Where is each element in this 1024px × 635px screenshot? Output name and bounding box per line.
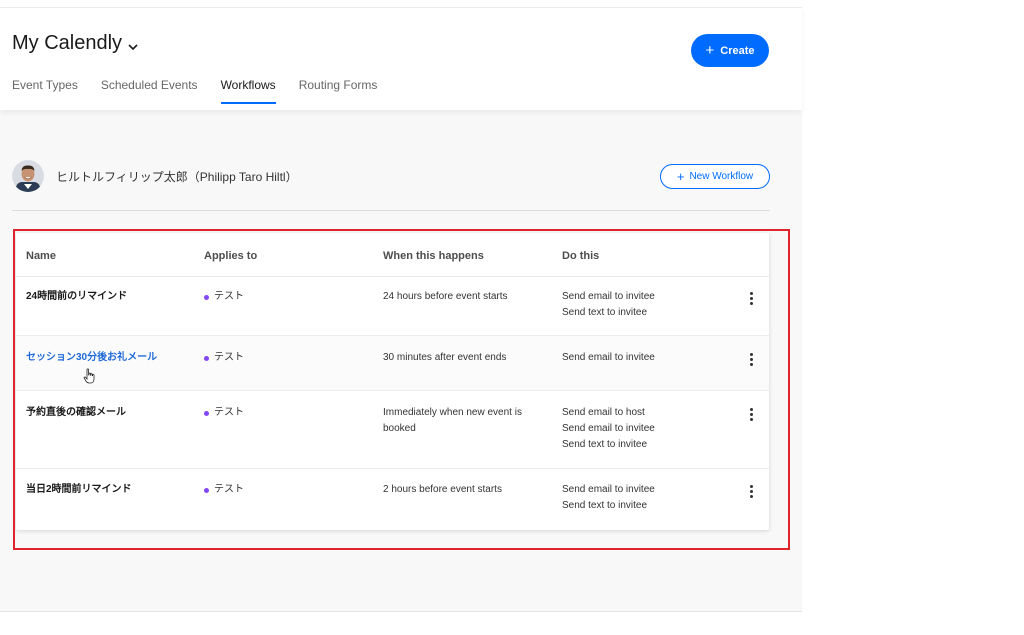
event-color-dot [204,355,209,361]
applies-to-label: テスト [214,407,244,418]
workflow-name[interactable]: セッション30分後お礼メール [26,350,157,366]
trigger-text: 2 hours before event starts [383,484,502,495]
tab-bar: Event Types Scheduled Events Workflows R… [12,78,377,104]
page-title-dropdown[interactable]: My Calendly [12,32,140,55]
actions-list: Send email to invitee [562,350,712,366]
plus-icon: + [676,169,685,184]
column-header-do-this: Do this [562,250,600,262]
action-item: Send email to invitee [562,423,655,434]
tab-routing-forms[interactable]: Routing Forms [299,78,378,104]
page-title: My Calendly [12,32,123,54]
action-item: Send email to invitee [562,352,655,363]
tab-scheduled-events[interactable]: Scheduled Events [101,78,198,104]
applies-to-label: テスト [214,484,244,495]
column-header-when: When this happens [383,250,484,262]
action-item: Send email to host [562,407,645,418]
event-color-dot [204,294,209,300]
tab-event-types[interactable]: Event Types [12,78,78,104]
plus-icon: + [705,42,715,59]
workflow-name[interactable]: 当日2時間前リマインド [26,482,132,498]
kebab-menu-icon[interactable] [747,485,755,503]
applies-to: テスト [204,289,244,305]
hand-cursor-icon [83,368,96,389]
column-header-applies-to: Applies to [204,250,258,262]
chevron-down-icon [126,37,140,51]
new-workflow-label: New Workflow [689,171,754,182]
kebab-menu-icon[interactable] [747,408,755,426]
event-color-dot [204,410,209,416]
avatar [12,160,44,192]
table-row[interactable]: セッション30分後お礼メール テスト 30 minutes after even… [16,336,769,391]
action-item: Send text to invitee [562,439,648,450]
new-workflow-button[interactable]: + New Workflow [660,164,770,189]
applies-to-label: テスト [214,291,244,302]
table-row[interactable]: 当日2時間前リマインド テスト 2 hours before event sta… [16,469,769,530]
table-row[interactable]: 24時間前のリマインド テスト 24 hours before event st… [16,277,769,336]
app-window: My Calendly + Create Event Types Schedul… [0,0,802,635]
trigger-text: 24 hours before event starts [383,291,508,302]
action-item: Send email to invitee [562,291,655,302]
kebab-menu-icon[interactable] [747,353,755,371]
bottom-divider [0,611,802,612]
section-divider [12,210,770,211]
actions-list: Send email to host Send email to invitee… [562,405,712,453]
page-header: My Calendly + Create Event Types Schedul… [0,8,802,110]
workflows-table: Name Applies to When this happens Do thi… [16,233,769,530]
kebab-menu-icon[interactable] [747,292,755,310]
applies-to: テスト [204,350,244,366]
column-header-name: Name [26,250,56,262]
action-item: Send text to invitee [562,500,648,511]
event-color-dot [204,487,209,493]
action-item: Send email to invitee [562,484,655,495]
actions-list: Send email to invitee Send text to invit… [562,482,712,514]
workflow-name[interactable]: 予約直後の確認メール [26,405,126,421]
create-button-label: Create [720,44,755,57]
workflow-name[interactable]: 24時間前のリマインド [26,289,127,305]
user-row: ヒルトルフィリップ太郎（Philipp Taro Hiltl） + New Wo… [12,159,770,195]
tab-workflows[interactable]: Workflows [220,78,276,104]
table-row[interactable]: 予約直後の確認メール テスト Immediately when new even… [16,391,769,469]
table-header: Name Applies to When this happens Do thi… [16,233,769,277]
action-item: Send text to invitee [562,307,648,318]
applies-to-label: テスト [214,352,244,363]
trigger-text: Immediately when new event is booked [383,407,522,434]
applies-to: テスト [204,405,244,421]
trigger-text: 30 minutes after event ends [383,352,507,363]
create-button[interactable]: + Create [691,34,769,67]
actions-list: Send email to invitee Send text to invit… [562,289,712,321]
applies-to: テスト [204,482,244,498]
user-name: ヒルトルフィリップ太郎（Philipp Taro Hiltl） [56,170,298,184]
